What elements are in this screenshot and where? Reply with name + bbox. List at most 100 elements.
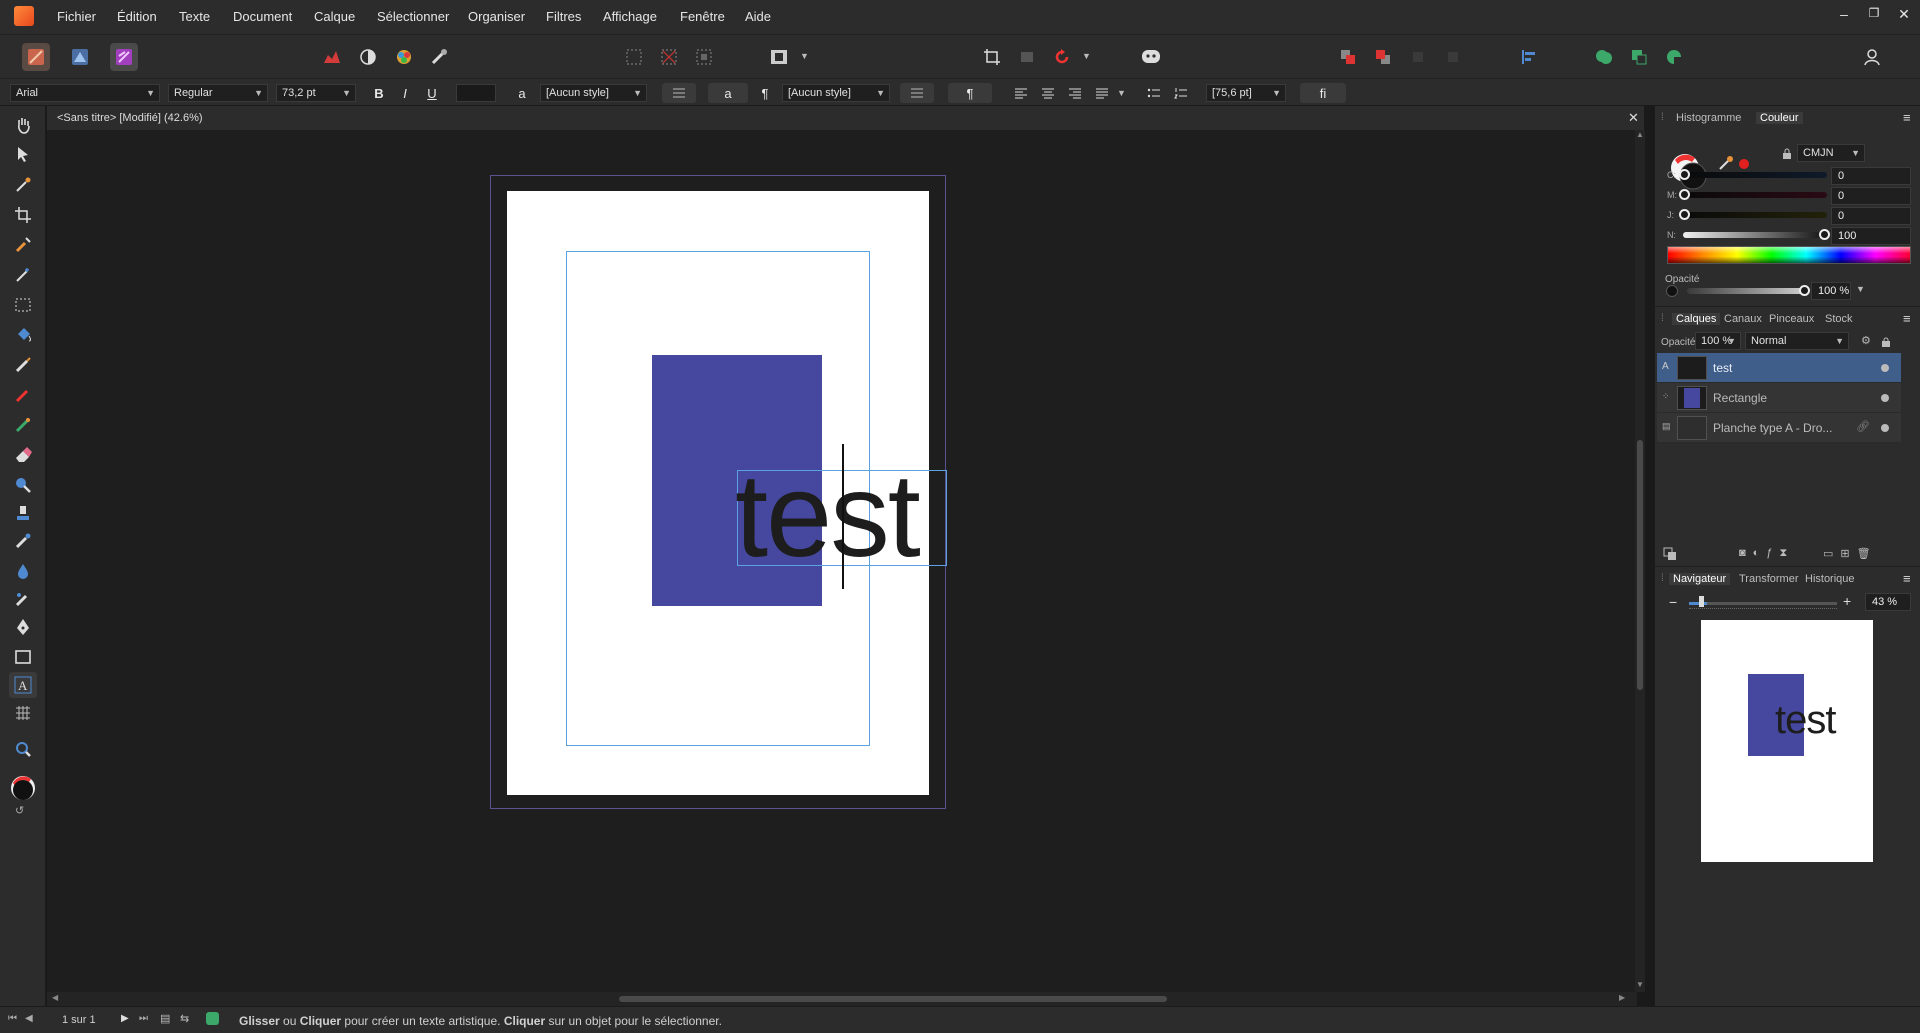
menu-fichier[interactable]: Fichier — [57, 9, 96, 24]
numbered-list-icon[interactable] — [1170, 83, 1192, 103]
ligature-button[interactable]: fi — [1300, 83, 1346, 103]
tab-calques[interactable]: Calques — [1672, 313, 1721, 325]
boolean-subtract-icon[interactable] — [1625, 43, 1653, 71]
swap-colors-icon[interactable]: ↺ — [15, 804, 24, 817]
adjustment-icon[interactable]: ◐ — [1753, 547, 1760, 560]
menu-document[interactable]: Document — [233, 9, 292, 24]
canvas[interactable]: test — [47, 130, 1635, 992]
close-window-icon[interactable]: ✕ — [1894, 6, 1914, 23]
paragraph-icon[interactable]: ¶ — [754, 83, 776, 103]
tab-canaux[interactable]: Canaux — [1724, 313, 1762, 325]
flood-select-tool-icon[interactable] — [9, 262, 37, 288]
vertical-scroll-thumb[interactable] — [1637, 440, 1643, 690]
healing-tool-icon[interactable] — [9, 528, 37, 554]
channel-c-slider[interactable] — [1683, 172, 1827, 178]
vertical-scrollbar[interactable]: ▲ ▼ — [1635, 130, 1645, 992]
persona-publisher-icon[interactable] — [110, 43, 138, 71]
navigator-menu-icon[interactable]: ≡ — [1903, 571, 1911, 586]
channel-n-value[interactable]: 100 — [1831, 227, 1911, 245]
dodge-tool-icon[interactable] — [9, 472, 37, 498]
menu-affichage[interactable]: Affichage — [603, 9, 657, 24]
zoom-in-icon[interactable]: + — [1843, 593, 1851, 609]
restore-icon[interactable]: ❐ — [1864, 6, 1884, 20]
color-picker-tool-icon[interactable] — [9, 172, 37, 198]
color-spectrum[interactable] — [1667, 246, 1911, 264]
view-tool-hand-icon[interactable] — [9, 112, 37, 138]
deselect-icon[interactable] — [655, 43, 683, 71]
zoom-out-icon[interactable]: − — [1669, 594, 1677, 610]
character-style-icon[interactable]: a — [511, 83, 533, 103]
channel-n-slider[interactable] — [1683, 232, 1827, 238]
channel-j-value[interactable]: 0 — [1831, 207, 1911, 225]
mask-layer-icon[interactable]: ◙ — [1739, 547, 1746, 560]
layer-effects-icon[interactable] — [1663, 547, 1677, 564]
justify-dropdown-icon[interactable]: ▼ — [1117, 88, 1126, 98]
next-page-icon[interactable]: ▶ — [121, 1013, 129, 1024]
visibility-toggle-icon[interactable] — [1881, 424, 1889, 432]
menu-organiser[interactable]: Organiser — [468, 9, 525, 24]
add-layer-icon[interactable]: ⊞ — [1840, 547, 1849, 560]
channel-m-slider[interactable] — [1683, 192, 1827, 198]
layer-row-rectangle[interactable]: ⁘ Rectangle — [1657, 383, 1901, 413]
tab-histogramme[interactable]: Histogramme — [1676, 112, 1741, 124]
eraser-tool-icon[interactable] — [9, 442, 37, 468]
assistant-icon[interactable] — [1137, 43, 1165, 71]
preflight-ok-icon[interactable] — [206, 1012, 219, 1025]
font-style-dropdown[interactable]: Regular ▼ — [168, 84, 268, 102]
color-swatches-icon[interactable] — [9, 774, 37, 802]
align-icon[interactable] — [1515, 43, 1543, 71]
marquee-tool-icon[interactable] — [9, 292, 37, 318]
live-filter-icon[interactable]: ⧗ — [1779, 547, 1787, 560]
blur-tool-icon[interactable] — [9, 558, 37, 584]
picked-color-swatch[interactable] — [1739, 159, 1749, 169]
mixer-brush-tool-icon[interactable] — [9, 412, 37, 438]
rotate-dropdown-icon[interactable]: ▼ — [1082, 51, 1091, 61]
zoom-value-field[interactable]: 43 % — [1865, 593, 1911, 611]
opacity-slider-knob[interactable] — [1799, 285, 1810, 296]
flood-fill-tool-icon[interactable] — [9, 322, 37, 348]
bold-button[interactable]: B — [368, 83, 390, 103]
channel-m-knob[interactable] — [1679, 189, 1690, 200]
artistic-text[interactable]: test — [735, 446, 921, 586]
layer-settings-icon[interactable]: ⚙ — [1861, 334, 1871, 347]
tab-stock[interactable]: Stock — [1825, 313, 1853, 325]
blend-mode-dropdown[interactable]: Normal ▼ — [1745, 332, 1849, 350]
character-panel-button[interactable] — [662, 83, 696, 103]
layer-row-master[interactable]: ▤ Planche type A - Dro... 🔗︎ — [1657, 413, 1901, 443]
pages-icon[interactable]: ▤ — [160, 1012, 170, 1025]
arrange-forward-icon[interactable] — [1404, 43, 1432, 71]
boolean-add-icon[interactable] — [1590, 43, 1618, 71]
tab-historique[interactable]: Historique — [1805, 573, 1855, 585]
grid-select-icon[interactable] — [620, 43, 648, 71]
tone-icon[interactable] — [354, 43, 382, 71]
layer-row-test[interactable]: A test — [1657, 353, 1901, 383]
layers-menu-icon[interactable]: ≡ — [1903, 311, 1911, 326]
channel-n-knob[interactable] — [1819, 229, 1830, 240]
fx-icon[interactable]: ƒ — [1766, 547, 1772, 560]
lock-icon[interactable] — [1781, 148, 1793, 163]
selection-brush-tool-icon[interactable] — [9, 232, 37, 258]
tab-transformer[interactable]: Transformer — [1739, 573, 1799, 585]
crop-tool-icon[interactable] — [9, 202, 37, 228]
opacity-slider[interactable] — [1687, 288, 1805, 294]
persona-photo-icon[interactable] — [66, 43, 94, 71]
align-left-icon[interactable] — [1010, 83, 1032, 103]
navigator-preview[interactable]: test — [1701, 620, 1873, 862]
minimize-icon[interactable]: – — [1834, 6, 1854, 22]
rectangle-tool-icon[interactable] — [9, 644, 37, 670]
menu-calque[interactable]: Calque — [314, 9, 355, 24]
underline-button[interactable]: U — [421, 83, 443, 103]
rotate-icon[interactable] — [1048, 43, 1076, 71]
italic-button[interactable]: I — [394, 83, 416, 103]
delete-layer-icon[interactable]: 🗑︎ — [1857, 547, 1871, 560]
zoom-slider[interactable] — [1689, 602, 1837, 605]
move-tool-icon[interactable] — [9, 141, 37, 167]
tab-navigateur[interactable]: Navigateur — [1669, 573, 1731, 585]
layer-opacity-field[interactable]: 100 % ▼ — [1695, 332, 1741, 350]
clone-tool-icon[interactable] — [9, 500, 37, 526]
account-icon[interactable] — [1858, 43, 1886, 71]
channel-m-value[interactable]: 0 — [1831, 187, 1911, 205]
bullet-list-icon[interactable] — [1143, 83, 1165, 103]
align-right-icon[interactable] — [1064, 83, 1086, 103]
visibility-toggle-icon[interactable] — [1881, 394, 1889, 402]
